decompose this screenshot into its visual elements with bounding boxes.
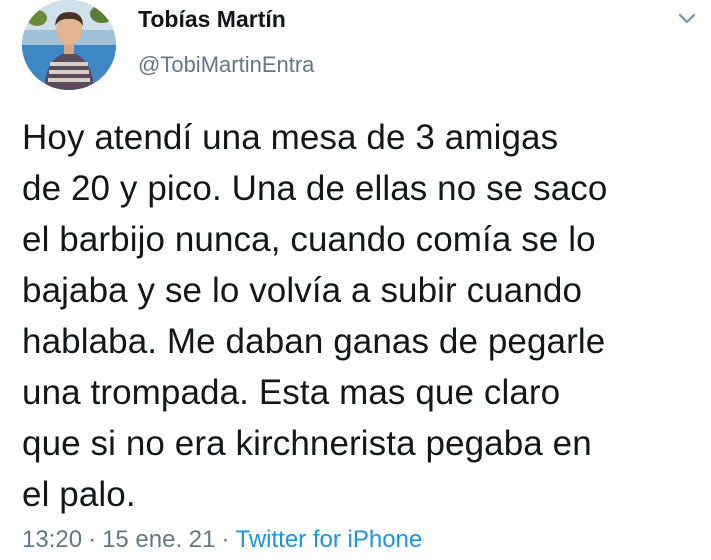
avatar-photo xyxy=(22,0,116,90)
tweet-card: Tobías Martín @TobiMartinEntra Hoy atend… xyxy=(0,0,711,560)
tweet-text: Hoy atendí una mesa de 3 amigas de 20 y … xyxy=(22,118,608,514)
tweet-meta: 13:20 · 15 ene. 21 · Twitter for iPhone xyxy=(22,526,422,554)
avatar[interactable] xyxy=(22,0,116,90)
tweet-time[interactable]: 13:20 xyxy=(22,526,82,553)
meta-separator: · xyxy=(221,526,230,553)
meta-separator: · xyxy=(88,526,97,553)
tweet-date[interactable]: 15 ene. 21 xyxy=(102,526,215,553)
user-handle[interactable]: @TobiMartinEntra xyxy=(138,52,314,78)
chevron-down-icon[interactable] xyxy=(674,8,700,30)
tweet-source-link[interactable]: Twitter for iPhone xyxy=(236,526,423,553)
display-name[interactable]: Tobías Martín xyxy=(138,6,286,33)
